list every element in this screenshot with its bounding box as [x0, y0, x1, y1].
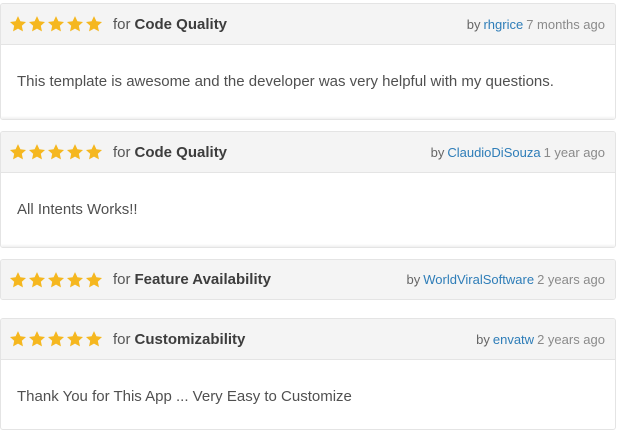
review-category: Code Quality — [134, 15, 228, 33]
star-icon — [9, 271, 27, 289]
review-category: Code Quality — [134, 143, 228, 161]
author-link[interactable]: ClaudioDiSouza — [447, 145, 540, 160]
review-body: Thank You for This App ... Very Easy to … — [17, 387, 352, 405]
review-card: for Code Quality by ClaudioDiSouza 1 year … — [0, 131, 616, 248]
star-rating — [9, 271, 104, 289]
star-icon — [66, 330, 84, 348]
review-body: This template is awesome and the develop… — [17, 72, 554, 90]
review-meta: by WorldViralSoftware 2 years ago — [407, 272, 605, 287]
review-category: Feature Availability — [134, 271, 271, 288]
for-label: for — [113, 330, 131, 348]
star-icon — [47, 143, 65, 161]
by-label: by — [406, 272, 421, 287]
by-label: by — [476, 331, 490, 347]
review-time: 2 years ago — [537, 331, 605, 347]
review-card: for Customizability by envatw 2 years ago … — [0, 318, 616, 430]
review-time: 7 months ago — [526, 16, 605, 32]
review-meta: by rhgrice 7 months ago — [467, 17, 605, 32]
review-header: for Code Quality by ClaudioDiSouza 1 year … — [1, 132, 615, 173]
star-icon — [47, 330, 65, 348]
star-icon — [85, 330, 103, 348]
author-link[interactable]: envatw — [493, 332, 534, 347]
review-header: for Feature Availability by WorldViralSof… — [1, 260, 615, 299]
for-label: for — [113, 271, 131, 288]
star-icon — [85, 143, 103, 161]
star-icon — [66, 271, 84, 289]
star-icon — [9, 143, 27, 161]
review-meta: by ClaudioDiSouza 1 year ago — [431, 145, 605, 160]
review-header: for Code Quality by rhgrice 7 months ago — [1, 4, 615, 45]
star-rating — [9, 15, 104, 33]
star-rating — [9, 330, 104, 348]
divider — [1, 244, 615, 247]
star-icon — [47, 15, 65, 33]
for-label: for — [113, 15, 131, 33]
review-header: for Customizability by envatw 2 years ago — [1, 319, 615, 360]
star-icon — [85, 15, 103, 33]
star-icon — [28, 271, 46, 289]
star-rating — [9, 143, 104, 161]
star-icon — [28, 15, 46, 33]
review-category: Customizability — [134, 330, 246, 348]
by-label: by — [466, 16, 481, 32]
review-body: All Intents Works!! — [17, 200, 138, 218]
author-link[interactable]: rhgrice — [483, 17, 523, 32]
star-icon — [9, 330, 27, 348]
author-link[interactable]: WorldViralSoftware — [423, 272, 534, 287]
for-label: for — [113, 143, 131, 161]
review-card: for Code Quality by rhgrice 7 months ago T… — [0, 3, 616, 120]
star-icon — [66, 143, 84, 161]
star-icon — [28, 330, 46, 348]
review-meta: by envatw 2 years ago — [476, 332, 605, 347]
review-time: 2 years ago — [537, 272, 605, 287]
star-icon — [28, 143, 46, 161]
by-label: by — [430, 144, 445, 160]
star-icon — [9, 15, 27, 33]
star-icon — [66, 15, 84, 33]
divider — [1, 116, 615, 119]
star-icon — [47, 271, 65, 289]
review-time: 1 year ago — [543, 144, 605, 160]
review-card: for Feature Availability by WorldViralSof… — [0, 259, 616, 300]
star-icon — [85, 271, 103, 289]
